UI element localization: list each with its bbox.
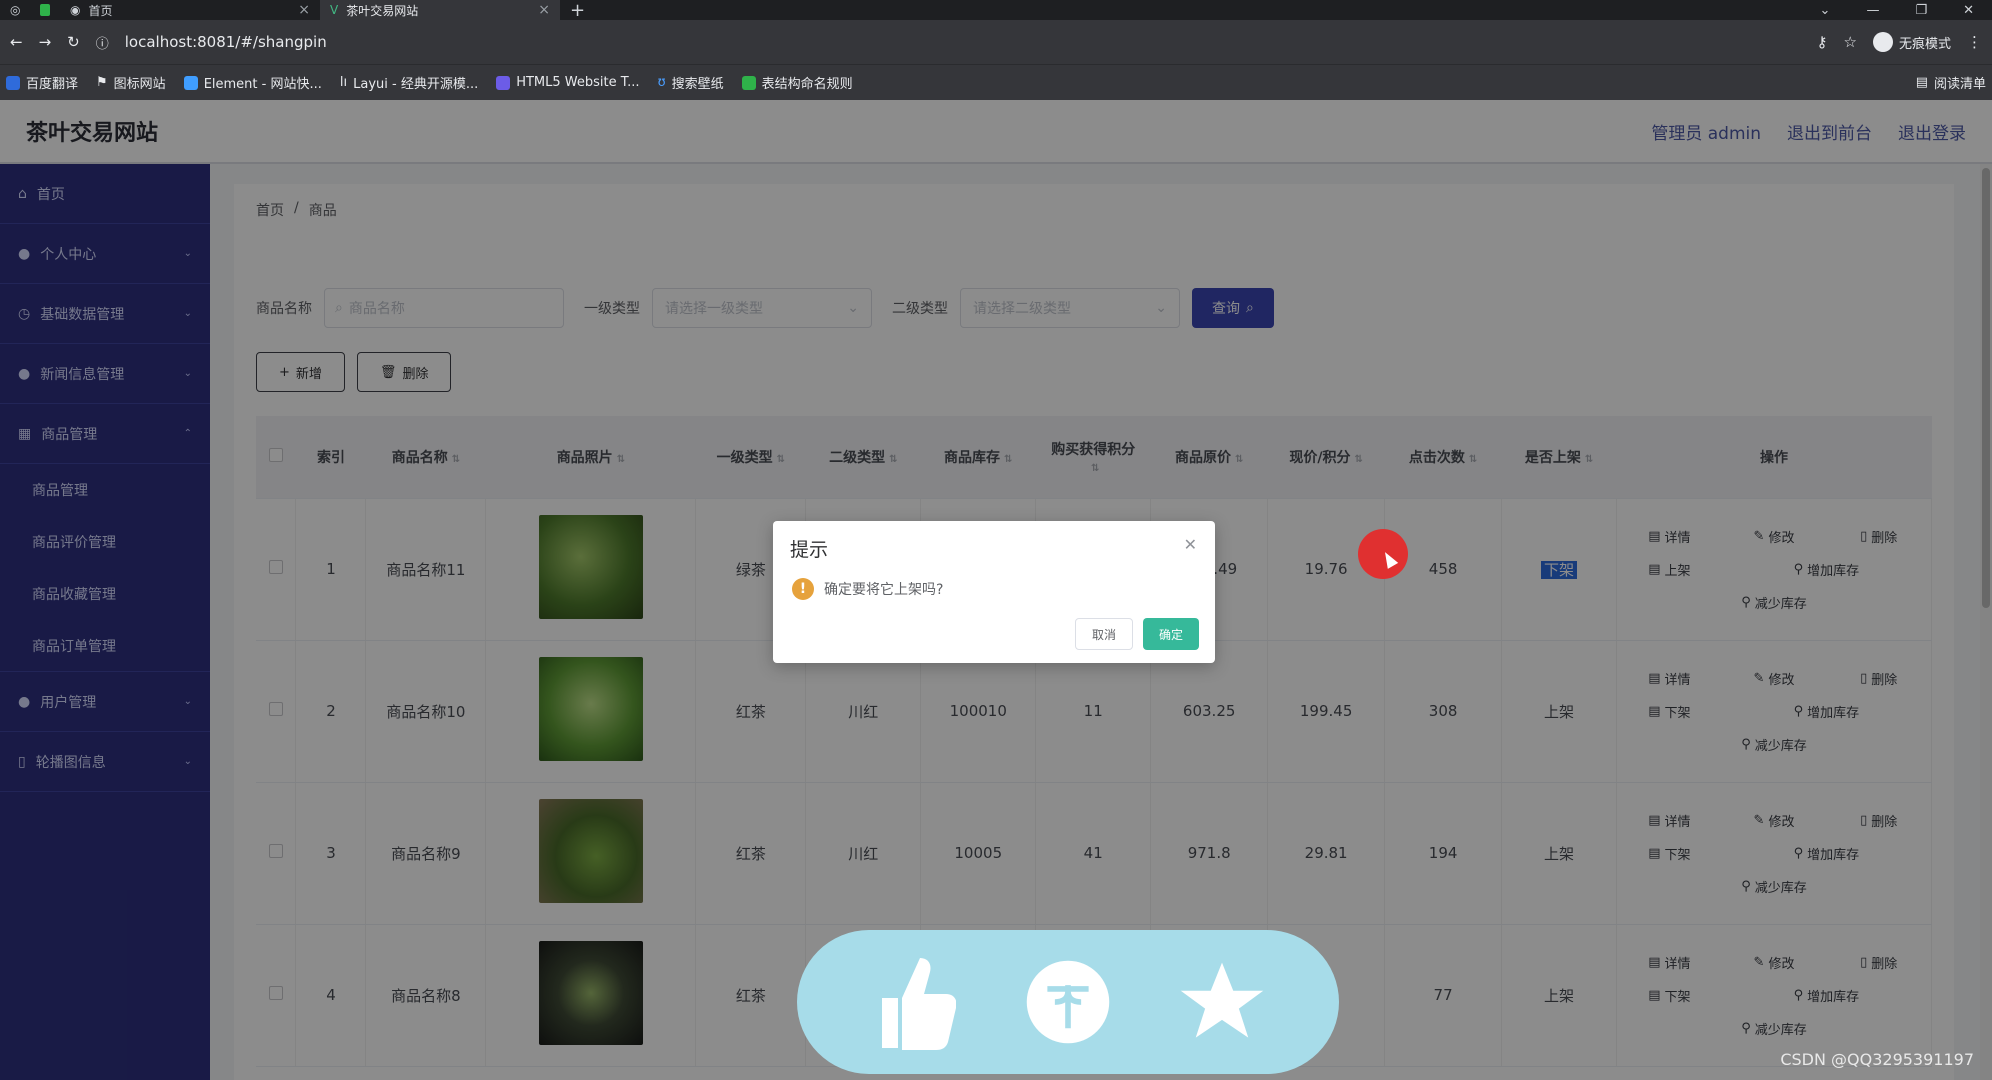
bookmark-label: 搜索壁纸 (671, 77, 724, 92)
confirm-dialog: 提示 ✕ ! 确定要将它上架吗? 取消 确定 (773, 521, 1215, 663)
reload-icon[interactable]: ↻ (67, 33, 80, 51)
bookmark-label: 表结构命名规则 (761, 77, 853, 92)
dialog-message: 确定要将它上架吗? (824, 582, 944, 598)
address-bar: ← → ↻ ⓘ localhost:8081/#/shangpin ⚷ ☆ 无痕… (0, 20, 1992, 64)
tab-tea-site[interactable]: V 茶叶交易网站 × (320, 0, 560, 20)
incognito-label: 无痕模式 (1898, 36, 1951, 52)
dialog-message-row: ! 确定要将它上架吗? (792, 578, 943, 600)
bookmark-label: Element - 网站快... (203, 77, 322, 92)
bookmark-label: 百度翻译 (26, 77, 79, 92)
back-icon[interactable]: ← (10, 33, 23, 51)
star-favorite-icon[interactable] (1177, 947, 1267, 1057)
bookmark[interactable]: 百度翻译 (6, 73, 78, 92)
incognito-badge[interactable]: 无痕模式 (1872, 32, 1951, 52)
browser-tab-bar: ◎ ◉ 首页 × V 茶叶交易网站 × + ⌄ — ❐ ✕ (0, 0, 1992, 21)
new-tab-button[interactable]: + (560, 0, 595, 21)
tab-label: 茶叶交易网站 (346, 3, 419, 18)
more-icon[interactable]: ⋮ (1967, 33, 1982, 51)
url-field[interactable]: localhost:8081/#/shangpin (125, 33, 1801, 51)
close-icon[interactable]: ✕ (1184, 535, 1197, 554)
bookmark[interactable]: ⚑ 图标网站 (96, 73, 166, 92)
vue-icon: V (330, 3, 339, 17)
tab-search-icon[interactable]: ⌄ (1820, 3, 1831, 18)
bookmark-label: HTML5 Website T... (516, 75, 640, 90)
watermark: CSDN @QQ3295391197 (1780, 1050, 1974, 1069)
dialog-title: 提示 (790, 539, 829, 561)
layui-icon: lı (339, 75, 348, 90)
globe-icon: ◉ (70, 3, 81, 17)
reading-list[interactable]: ▤ 阅读清单 (1916, 73, 1986, 92)
element-icon (183, 75, 198, 90)
reading-list-icon: ▤ (1915, 75, 1928, 90)
bookmarks-bar: 百度翻译 ⚑ 图标网站 Element - 网站快... lı Layui - 经典… (0, 64, 1992, 100)
minimize-icon[interactable]: — (1866, 3, 1879, 18)
reaction-bubble (797, 930, 1339, 1074)
bookmark-label: 图标网站 (113, 77, 166, 92)
close-icon[interactable]: × (298, 2, 310, 18)
wallpaper-icon: ʊ (657, 75, 666, 90)
table-icon (741, 75, 756, 90)
bookmark[interactable]: lı Layui - 经典开源模... (340, 73, 478, 92)
translate-icon (6, 75, 20, 90)
thumbs-up-icon[interactable] (869, 947, 959, 1057)
browser-menu-icon[interactable]: ◎ (0, 0, 30, 20)
forward-icon[interactable]: → (39, 33, 52, 51)
incognito-icon (1872, 32, 1893, 52)
info-icon: ⓘ (95, 36, 109, 52)
app-tab-icon[interactable] (30, 0, 60, 20)
html5-icon (496, 75, 511, 90)
close-icon[interactable]: × (538, 2, 550, 18)
bookmark[interactable]: ʊ 搜索壁纸 (658, 73, 724, 92)
key-icon[interactable]: ⚷ (1817, 33, 1828, 51)
reading-list-label: 阅读清单 (1933, 77, 1986, 92)
window-close-icon[interactable]: ✕ (1963, 3, 1974, 18)
star-icon[interactable]: ☆ (1844, 33, 1857, 51)
coin-icon[interactable] (1023, 947, 1113, 1057)
tab-home[interactable]: ◉ 首页 × (60, 0, 320, 20)
flag-icon: ⚑ (96, 75, 108, 90)
tab-label: 首页 (88, 3, 113, 18)
bookmark[interactable]: HTML5 Website T... (496, 75, 640, 90)
cancel-button[interactable]: 取消 (1074, 618, 1133, 650)
bookmark[interactable]: Element - 网站快... (183, 73, 322, 92)
warning-icon: ! (792, 578, 814, 600)
confirm-button[interactable]: 确定 (1142, 618, 1199, 650)
bookmark-label: Layui - 经典开源模... (353, 77, 479, 92)
bookmark[interactable]: 表结构命名规则 (741, 73, 853, 92)
restore-icon[interactable]: ❐ (1915, 3, 1927, 18)
